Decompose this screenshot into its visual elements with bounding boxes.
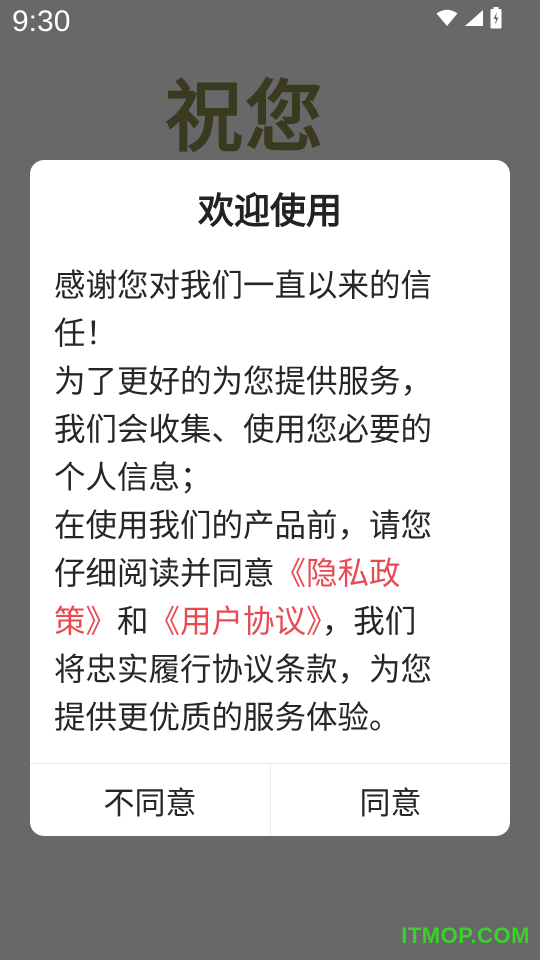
body-line: 在使用我们的产品前，请您 (54, 508, 433, 544)
decline-button[interactable]: 不同意 (30, 764, 270, 836)
status-bar: 9:30 (0, 0, 540, 44)
body-line: 任！ (54, 316, 118, 352)
body-line: 提供更优质的服务体验。 (54, 700, 401, 736)
background-headline: 祝您 (165, 73, 326, 163)
body-line: 将忠实履行协议条款，为您 (54, 652, 433, 688)
cellular-signal-icon (465, 10, 483, 26)
dialog-body: 感谢您对我们一直以来的信 任！ 为了更好的为您提供服务， 我们会收集、使用您必要… (54, 262, 464, 742)
wifi-icon (436, 9, 458, 26)
privacy-policy-link[interactable]: 《隐私政 (275, 556, 401, 592)
agree-button[interactable]: 同意 (271, 764, 510, 836)
dialog-title: 欢迎使用 (197, 191, 342, 232)
body-line: 感谢您对我们一直以来的信 (54, 268, 433, 304)
body-line: 仔细阅读并同意《隐私政 (54, 556, 401, 592)
status-time: 9:30 (12, 5, 71, 38)
body-line: 策》和《用户协议》，我们 (54, 604, 417, 640)
body-line: 个人信息； (54, 460, 212, 496)
user-agreement-link[interactable]: 《用户协议》 (149, 604, 322, 640)
privacy-policy-link-continued[interactable]: 策》 (54, 604, 117, 640)
battery-charging-icon (490, 7, 502, 29)
watermark: ITMOP.COM (401, 923, 530, 948)
body-line: 为了更好的为您提供服务， (54, 364, 433, 400)
body-line: 我们会收集、使用您必要的 (54, 412, 433, 448)
status-icons (436, 6, 502, 30)
